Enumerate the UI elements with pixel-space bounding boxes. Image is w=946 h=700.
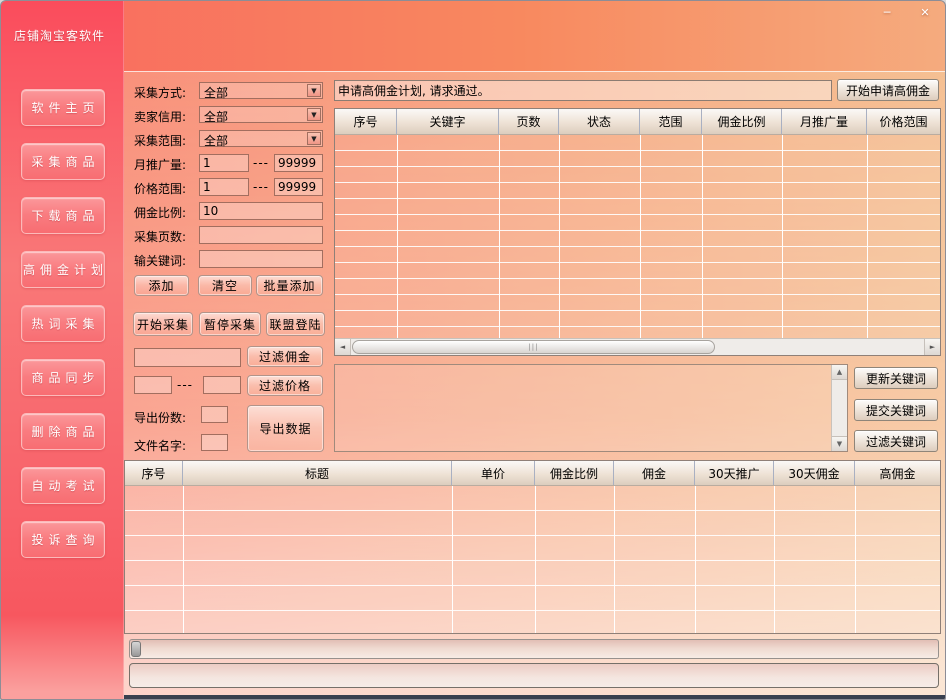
sidebar-item-product-sync[interactable]: 商品同步 (21, 359, 105, 396)
keyword-input-field[interactable] (199, 250, 323, 268)
scroll-up-icon[interactable]: ▲ (832, 365, 847, 380)
sidebar-item-download-products[interactable]: 下载商品 (21, 197, 105, 234)
alliance-login-button[interactable]: 联盟登陆 (266, 312, 325, 336)
minimize-icon[interactable]: ─ (875, 4, 899, 20)
sidebar-item-high-commission-plan[interactable]: 高佣金计划 (21, 251, 105, 288)
column-header[interactable]: 单价 (452, 461, 535, 485)
batch-add-button[interactable]: 批量添加 (256, 275, 323, 296)
keyword-text-area[interactable]: ▲ ▼ (334, 364, 848, 452)
scroll-left-icon[interactable]: ◄ (335, 339, 351, 355)
column-header[interactable]: 月推广量 (782, 109, 867, 134)
chevron-down-icon[interactable]: ▼ (307, 84, 321, 97)
sidebar-item-collect-products[interactable]: 采集商品 (21, 143, 105, 180)
scroll-right-icon[interactable]: ► (924, 339, 940, 355)
start-collect-button[interactable]: 开始采集 (133, 312, 193, 336)
range-separator: --- (253, 156, 269, 170)
column-header[interactable]: 佣金比例 (535, 461, 614, 485)
column-header[interactable]: 页数 (499, 109, 559, 134)
progress-thumb[interactable] (131, 641, 141, 657)
product-table-body[interactable] (125, 486, 940, 633)
apply-high-commission-button[interactable]: 开始申请高佣金 (837, 79, 939, 101)
sidebar-item-software-home[interactable]: 软件主页 (21, 89, 105, 126)
column-header[interactable]: 佣金比例 (702, 109, 782, 134)
keyword-table-body[interactable] (335, 135, 940, 338)
commission-filter-field[interactable] (134, 348, 241, 367)
app-window: ─ ✕ 店铺淘宝客软件 软件主页 采集商品 下载商品 高佣金计划 热词采集 商品… (0, 0, 946, 700)
plan-message-field[interactable] (334, 80, 832, 101)
collect-method-select[interactable]: 全部 ▼ (199, 82, 323, 99)
collect-scope-value: 全部 (204, 132, 228, 149)
filter-keywords-button[interactable]: 过滤关键词 (854, 430, 938, 452)
collect-scope-label: 采集范围: (134, 132, 186, 149)
app-title: 店铺淘宝客软件 (14, 27, 105, 44)
price-filter-to-field[interactable] (203, 376, 241, 394)
submit-keywords-button[interactable]: 提交关键词 (854, 399, 938, 421)
collect-scope-select[interactable]: 全部 ▼ (199, 130, 323, 147)
column-header[interactable]: 状态 (559, 109, 640, 134)
product-table-header: 序号 标题 单价 佣金比例 佣金 30天推广 30天佣金 高佣金 (125, 461, 940, 486)
commission-ratio-label: 佣金比例: (134, 204, 186, 221)
export-data-button[interactable]: 导出数据 (247, 405, 324, 452)
range-separator: --- (177, 378, 193, 392)
sidebar-item-auto-exam[interactable]: 自动考试 (21, 467, 105, 504)
column-header[interactable]: 关键字 (397, 109, 499, 134)
close-icon[interactable]: ✕ (913, 4, 937, 20)
column-header[interactable]: 标题 (183, 461, 452, 485)
file-name-label: 文件名字: (134, 437, 186, 454)
clear-button[interactable]: 清空 (198, 275, 252, 296)
column-header[interactable]: 30天佣金 (774, 461, 855, 485)
monthly-promotion-to-field[interactable] (274, 154, 323, 172)
scrollbar-thumb[interactable]: ||| (352, 340, 715, 354)
column-header[interactable]: 价格范围 (867, 109, 940, 134)
monthly-promotion-label: 月推广量: (134, 156, 186, 173)
vertical-scrollbar[interactable]: ▲ ▼ (831, 365, 847, 451)
price-range-label: 价格范围: (134, 180, 186, 197)
filter-commission-button[interactable]: 过滤佣金 (247, 346, 323, 367)
status-bar (129, 663, 939, 688)
collect-method-value: 全部 (204, 84, 228, 101)
window-controls: ─ ✕ (875, 4, 937, 20)
progress-bar (129, 639, 939, 659)
file-name-field[interactable] (201, 434, 228, 451)
column-header[interactable]: 30天推广 (695, 461, 774, 485)
update-keywords-button[interactable]: 更新关键词 (854, 367, 938, 389)
column-header[interactable]: 序号 (335, 109, 397, 134)
content-area: 采集方式: 全部 ▼ 卖家信用: 全部 ▼ 采集范围: 全部 ▼ 月推广量: -… (124, 71, 946, 700)
collect-method-label: 采集方式: (134, 84, 186, 101)
sidebar-item-delete-products[interactable]: 删除商品 (21, 413, 105, 450)
column-header[interactable]: 序号 (125, 461, 183, 485)
sidebar-item-hot-word-collect[interactable]: 热词采集 (21, 305, 105, 342)
price-range-to-field[interactable] (274, 178, 323, 196)
export-copies-field[interactable] (201, 406, 228, 423)
sidebar-item-complaint-query[interactable]: 投诉查询 (21, 521, 105, 558)
price-filter-from-field[interactable] (134, 376, 172, 394)
chevron-down-icon[interactable]: ▼ (307, 108, 321, 121)
keyword-table: 序号 关键字 页数 状态 范围 佣金比例 月推广量 价格范围 ◄ ► ||| (334, 108, 941, 356)
collect-pages-label: 采集页数: (134, 228, 186, 245)
commission-ratio-field[interactable] (199, 202, 323, 220)
filter-price-button[interactable]: 过滤价格 (247, 375, 323, 396)
seller-credit-select[interactable]: 全部 ▼ (199, 106, 323, 123)
seller-credit-label: 卖家信用: (134, 108, 186, 125)
product-table: 序号 标题 单价 佣金比例 佣金 30天推广 30天佣金 高佣金 (124, 460, 941, 634)
column-header[interactable]: 高佣金 (855, 461, 940, 485)
seller-credit-value: 全部 (204, 108, 228, 125)
add-button[interactable]: 添加 (134, 275, 189, 296)
column-header[interactable]: 佣金 (614, 461, 695, 485)
monthly-promotion-from-field[interactable] (199, 154, 249, 172)
keyword-table-header: 序号 关键字 页数 状态 范围 佣金比例 月推广量 价格范围 (335, 109, 940, 135)
sidebar: 店铺淘宝客软件 软件主页 采集商品 下载商品 高佣金计划 热词采集 商品同步 删… (1, 1, 124, 699)
pause-collect-button[interactable]: 暂停采集 (199, 312, 261, 336)
price-range-from-field[interactable] (199, 178, 249, 196)
horizontal-scrollbar[interactable]: ◄ ► ||| (335, 338, 940, 355)
chevron-down-icon[interactable]: ▼ (307, 132, 321, 145)
range-separator: --- (253, 180, 269, 194)
column-header[interactable]: 范围 (640, 109, 702, 134)
keyword-input-label: 输关键词: (134, 252, 186, 269)
collect-pages-field[interactable] (199, 226, 323, 244)
scroll-down-icon[interactable]: ▼ (832, 436, 847, 451)
export-copies-label: 导出份数: (134, 409, 186, 426)
